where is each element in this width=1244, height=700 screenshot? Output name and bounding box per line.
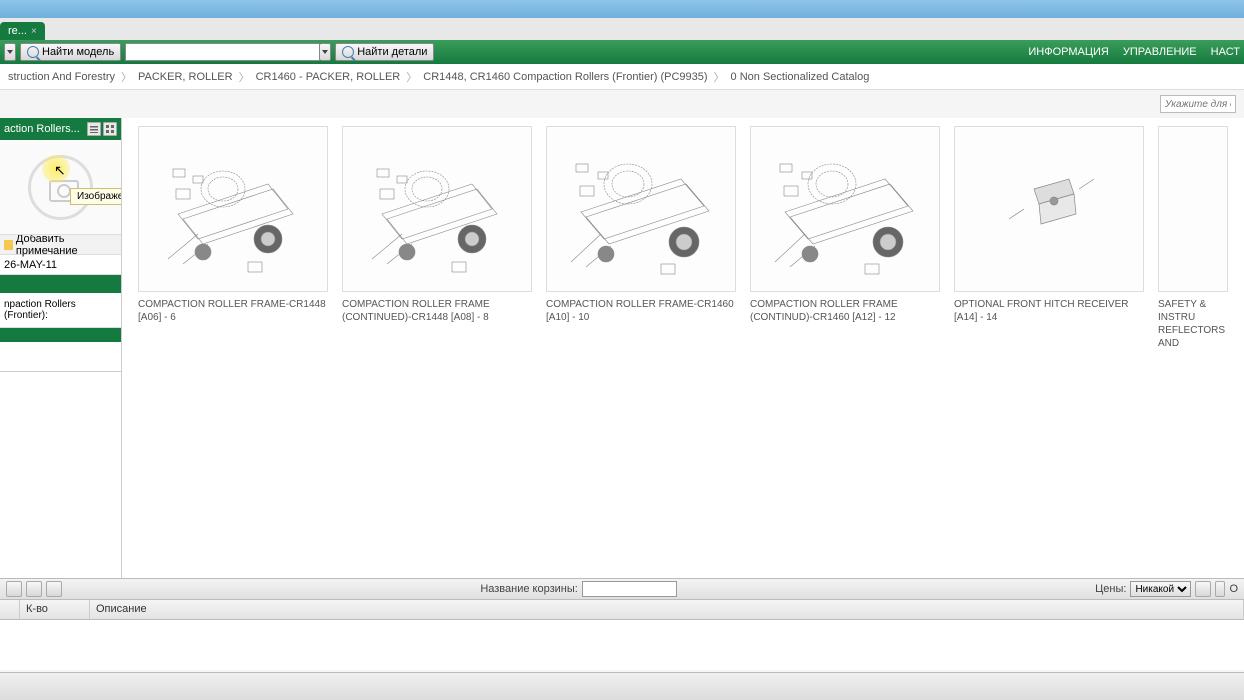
- sidebar-section-header[interactable]: [0, 328, 121, 342]
- cart-name-label: Название корзины:: [480, 583, 578, 595]
- part-thumbnail[interactable]: [954, 126, 1144, 292]
- menu-settings[interactable]: НАСТ: [1211, 46, 1240, 58]
- sidebar-section-header[interactable]: [0, 275, 121, 293]
- part-thumbnail[interactable]: [546, 126, 736, 292]
- filter-input[interactable]: [1160, 95, 1236, 113]
- part-label: COMPACTION ROLLER FRAME (CONTINUED)-CR14…: [342, 298, 532, 324]
- cursor-icon: ↖: [54, 162, 66, 179]
- find-parts-button[interactable]: Найти детали: [335, 43, 434, 61]
- cart-settings-button[interactable]: [1195, 581, 1211, 597]
- view-list-button[interactable]: [87, 122, 101, 136]
- sidebar-header: action Rollers...: [0, 118, 121, 140]
- part-thumbnail[interactable]: [138, 126, 328, 292]
- cart-table-header: К-во Описание: [0, 600, 1244, 620]
- breadcrumb-separator: 〉: [121, 69, 132, 85]
- part-label: COMPACTION ROLLER FRAME (CONTINUD)-CR146…: [750, 298, 940, 324]
- diagram-icon: [556, 134, 726, 284]
- window-title-bar: [0, 0, 1244, 18]
- search-icon: [27, 46, 39, 58]
- breadcrumb-item[interactable]: CR1448, CR1460 Compaction Rollers (Front…: [423, 71, 707, 83]
- price-label: Цены:: [1095, 583, 1126, 595]
- menu-info[interactable]: ИНФОРМАЦИЯ: [1028, 46, 1108, 58]
- cart-name-input[interactable]: [582, 581, 677, 597]
- cart-tool-3[interactable]: [46, 581, 62, 597]
- part-card: OPTIONAL FRONT HITCH RECEIVER [A14] - 14: [954, 126, 1144, 324]
- part-label: COMPACTION ROLLER FRAME-CR1460 [A10] - 1…: [546, 298, 736, 324]
- part-label: SAFETY & INSTRU REFLECTORS AND: [1158, 298, 1228, 350]
- toolbar-menu: ИНФОРМАЦИЯ УПРАВЛЕНИЕ НАСТ: [1028, 40, 1240, 64]
- sidebar: action Rollers... ↖ Изображение недоступ…: [0, 118, 122, 578]
- breadcrumb-item[interactable]: 0 Non Sectionalized Catalog: [731, 71, 870, 83]
- search-icon: [342, 46, 354, 58]
- tab-bar: re... ×: [0, 18, 1244, 40]
- part-thumbnail[interactable]: [750, 126, 940, 292]
- view-grid-button[interactable]: [103, 122, 117, 136]
- main-toolbar: Найти модель Найти детали ИНФОРМАЦИЯ УПР…: [0, 40, 1244, 64]
- chevron-down-icon: [7, 50, 13, 54]
- sidebar-content-item[interactable]: npaction Rollers (Frontier):: [0, 293, 121, 328]
- find-model-label: Найти модель: [42, 46, 114, 58]
- status-bar: [0, 672, 1244, 700]
- part-card: SAFETY & INSTRU REFLECTORS AND: [1158, 126, 1228, 350]
- part-label: OPTIONAL FRONT HITCH RECEIVER [A14] - 14: [954, 298, 1144, 324]
- find-model-button[interactable]: Найти модель: [20, 43, 121, 61]
- breadcrumb: struction And Forestry 〉 PACKER, ROLLER …: [0, 64, 1244, 90]
- part-thumbnail[interactable]: [342, 126, 532, 292]
- cart-table-body: [0, 620, 1244, 670]
- close-icon[interactable]: ×: [31, 26, 37, 37]
- note-icon: [4, 240, 13, 250]
- cart-tool-1[interactable]: [6, 581, 22, 597]
- add-note-button[interactable]: Добавить примечание: [0, 235, 121, 255]
- image-tooltip: Изображение недоступно: [70, 188, 122, 205]
- breadcrumb-item[interactable]: struction And Forestry: [8, 71, 115, 83]
- diagram-icon: [352, 134, 522, 284]
- model-search-dropdown[interactable]: [320, 43, 331, 61]
- sidebar-date: 26-MAY-11: [0, 255, 121, 275]
- breadcrumb-separator: 〉: [406, 69, 417, 85]
- part-card: COMPACTION ROLLER FRAME (CONTINUD)-CR146…: [750, 126, 940, 324]
- breadcrumb-item[interactable]: PACKER, ROLLER: [138, 71, 233, 83]
- breadcrumb-item[interactable]: CR1460 - PACKER, ROLLER: [256, 71, 401, 83]
- cart-toolbar: Название корзины: Цены: Никакой О: [0, 578, 1244, 600]
- menu-manage[interactable]: УПРАВЛЕНИЕ: [1123, 46, 1197, 58]
- app-tab[interactable]: re... ×: [0, 22, 45, 40]
- model-search-input[interactable]: [125, 43, 320, 61]
- parts-grid: COMPACTION ROLLER FRAME-CR1448 [A06] - 6…: [122, 118, 1244, 578]
- date-value: 26-MAY-11: [4, 259, 57, 271]
- part-thumbnail[interactable]: [1158, 126, 1228, 292]
- part-card: COMPACTION ROLLER FRAME-CR1448 [A06] - 6: [138, 126, 328, 324]
- breadcrumb-separator: 〉: [714, 69, 725, 85]
- find-parts-label: Найти детали: [357, 46, 427, 58]
- th-description[interactable]: Описание: [90, 600, 1244, 619]
- part-card: COMPACTION ROLLER FRAME-CR1460 [A10] - 1…: [546, 126, 736, 324]
- chevron-down-icon: [322, 50, 328, 54]
- th-blank: [0, 600, 20, 619]
- main-content: action Rollers... ↖ Изображение недоступ…: [0, 118, 1244, 578]
- cart-dropdown-button[interactable]: [1215, 581, 1225, 597]
- breadcrumb-separator: 〉: [239, 69, 250, 85]
- price-select[interactable]: Никакой: [1130, 581, 1191, 597]
- cart-last-label: О: [1229, 583, 1238, 595]
- diagram-icon: [148, 134, 318, 284]
- history-dropdown[interactable]: [4, 43, 16, 61]
- th-quantity[interactable]: К-во: [20, 600, 90, 619]
- sidebar-spacer: [0, 342, 121, 372]
- diagram-icon: [964, 134, 1134, 284]
- part-label: COMPACTION ROLLER FRAME-CR1448 [A06] - 6: [138, 298, 328, 324]
- part-card: COMPACTION ROLLER FRAME (CONTINUED)-CR14…: [342, 126, 532, 324]
- tab-label: re...: [8, 25, 27, 37]
- filter-row: [0, 90, 1244, 118]
- sidebar-image-preview: ↖ Изображение недоступно: [0, 140, 121, 235]
- diagram-icon: [760, 134, 930, 284]
- add-note-label: Добавить примечание: [16, 233, 117, 257]
- sidebar-title: action Rollers...: [4, 123, 87, 135]
- cart-tool-2[interactable]: [26, 581, 42, 597]
